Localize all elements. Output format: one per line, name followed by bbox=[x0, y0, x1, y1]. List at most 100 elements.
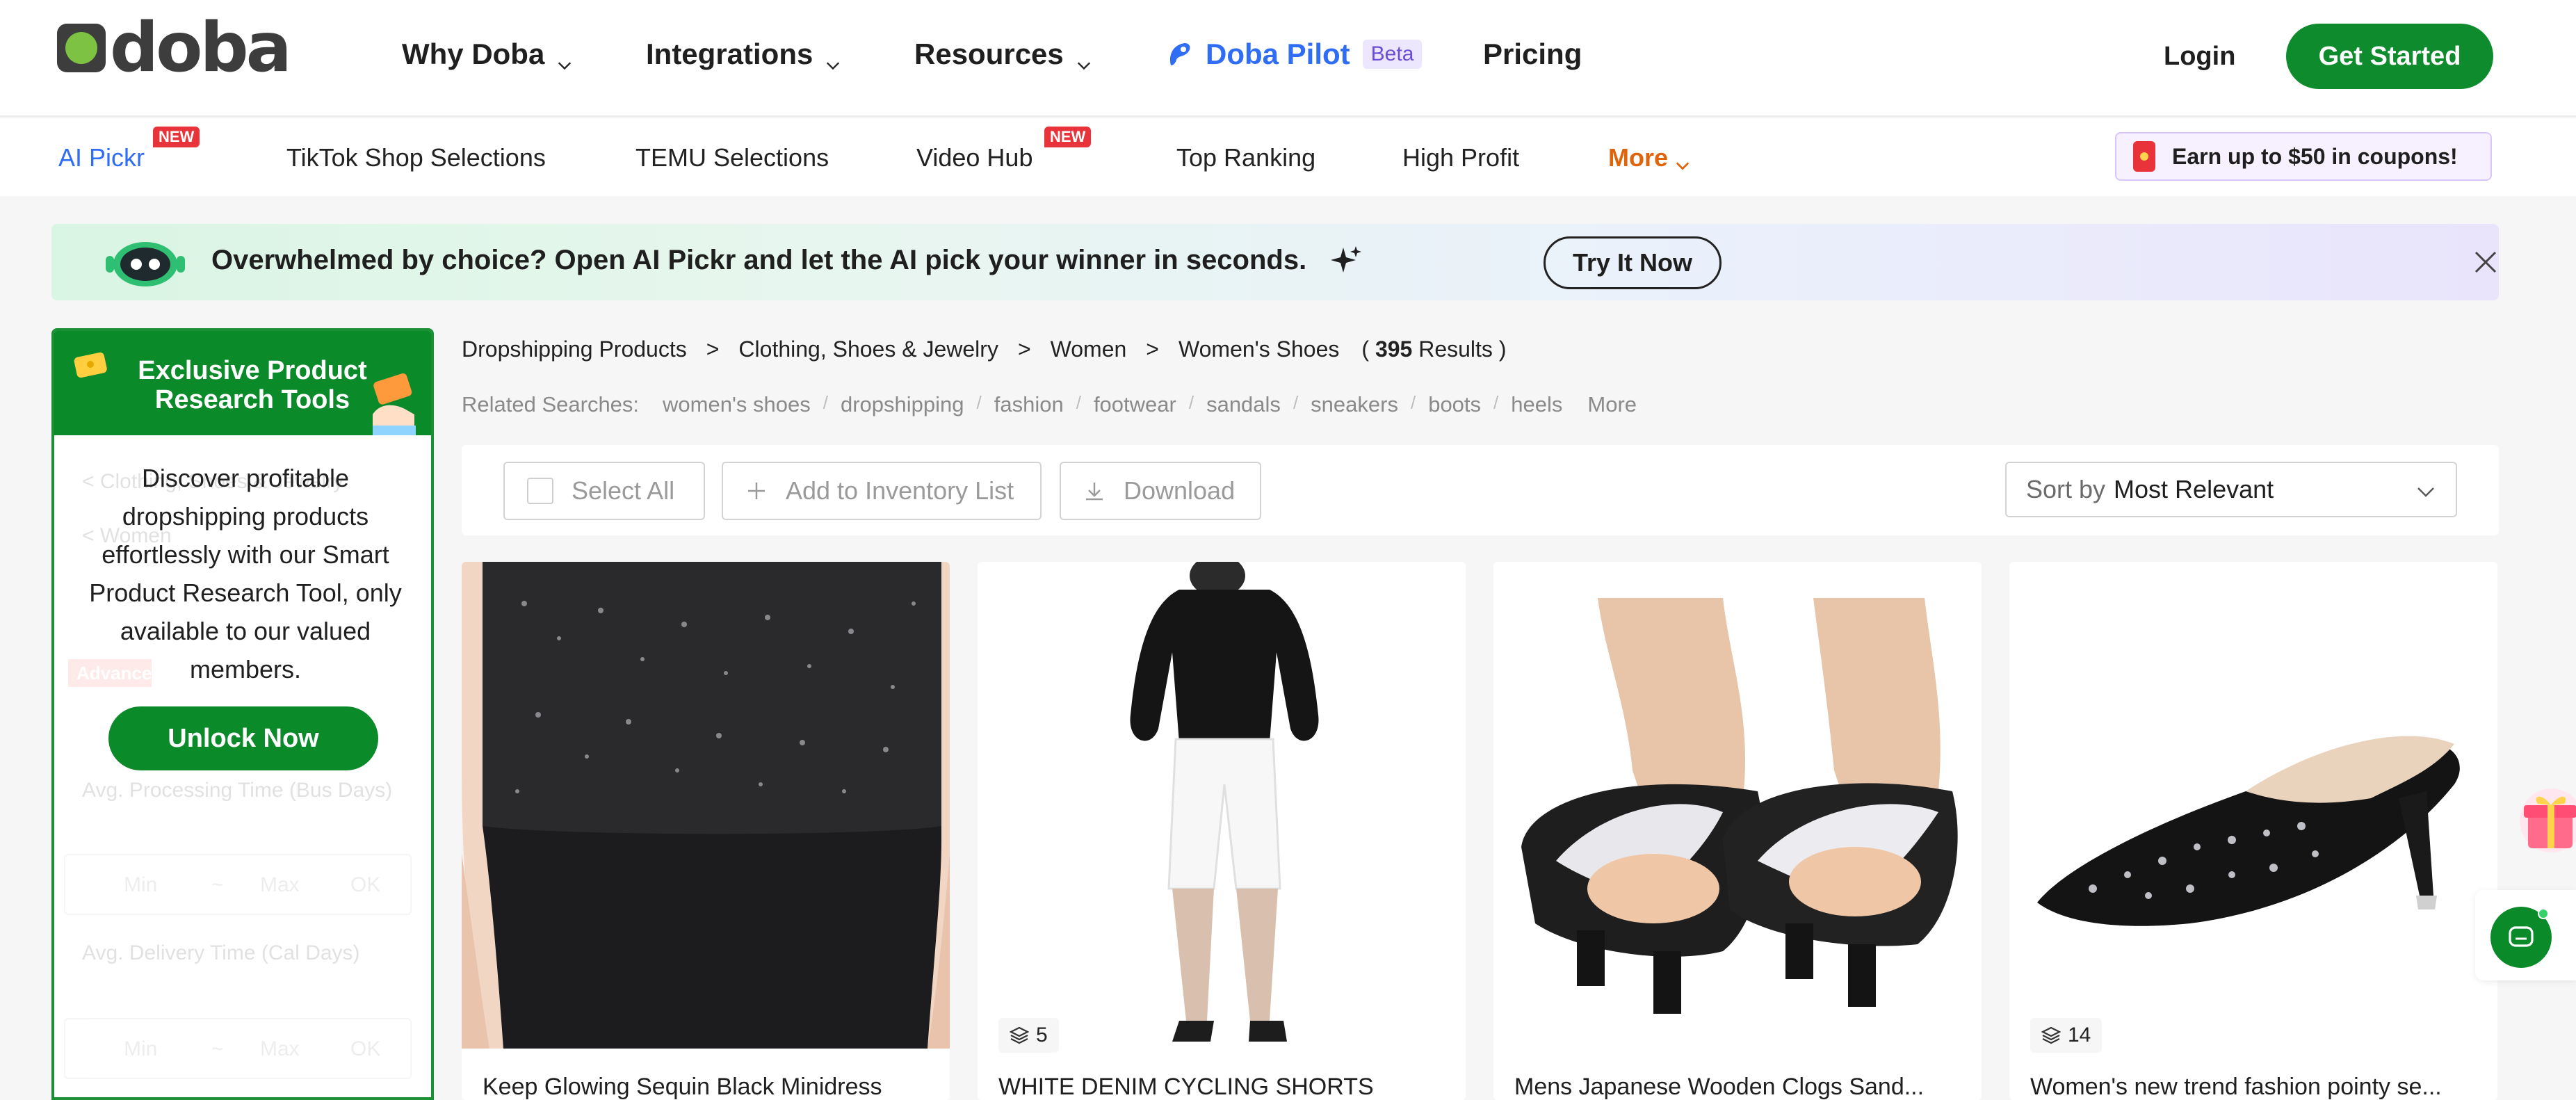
related-more-link[interactable]: More bbox=[1587, 392, 1637, 417]
login-link[interactable]: Login bbox=[2164, 42, 2235, 72]
product-toolbar: Select All Add to Inventory List Downloa… bbox=[462, 445, 2499, 535]
related-separator: / bbox=[823, 392, 828, 413]
ghost-delivery-label: Avg. Delivery Time (Cal Days) bbox=[82, 941, 360, 964]
cycling-shorts-image bbox=[978, 562, 1466, 1049]
chat-icon bbox=[2509, 926, 2534, 947]
product-image-wooden-clogs[interactable] bbox=[1493, 562, 1982, 1049]
product-image-pointy-mules[interactable] bbox=[2009, 562, 2497, 1049]
unlock-now-button[interactable]: Unlock Now bbox=[108, 706, 378, 770]
breadcrumb-womens-shoes[interactable]: Women's Shoes bbox=[1178, 337, 1339, 362]
variant-count-badge: 5 bbox=[998, 1018, 1059, 1053]
chevron-down-icon bbox=[557, 47, 572, 70]
ghost-delivery-range: Min ~ Max OK bbox=[64, 1018, 412, 1079]
related-tag[interactable]: women's shoes bbox=[663, 392, 811, 417]
related-tag[interactable]: sneakers bbox=[1311, 392, 1398, 417]
product-card[interactable]: 14 Women's new trend fashion pointy se..… bbox=[2009, 562, 2497, 1100]
variant-count: 14 bbox=[2068, 1024, 2091, 1046]
select-all-checkbox[interactable] bbox=[527, 478, 553, 504]
product-title[interactable]: Keep Glowing Sequin Black Minidress bbox=[483, 1074, 934, 1100]
related-tag[interactable]: fashion bbox=[994, 392, 1064, 417]
breadcrumb-clothing[interactable]: Clothing, Shoes & Jewelry bbox=[738, 337, 998, 362]
product-card[interactable]: 5 WHITE DENIM CYCLING SHORTS bbox=[978, 562, 1466, 1100]
related-separator: / bbox=[976, 392, 982, 413]
ghost-dash: ~ bbox=[211, 1037, 224, 1060]
results-label: Results ) bbox=[1418, 337, 1507, 362]
related-tag[interactable]: sandals bbox=[1206, 392, 1281, 417]
robot-icon bbox=[106, 242, 185, 286]
sub-navigation: AI Pickr NEW TikTok Shop Selections TEMU… bbox=[0, 118, 2576, 196]
related-separator: / bbox=[1293, 392, 1299, 413]
product-title[interactable]: WHITE DENIM CYCLING SHORTS bbox=[998, 1074, 1450, 1100]
try-it-now-button[interactable]: Try It Now bbox=[1544, 236, 1722, 289]
doba-logo[interactable]: doba bbox=[57, 8, 292, 88]
subnav-temu[interactable]: TEMU Selections bbox=[635, 143, 829, 172]
subnav-ai-pickr-label: AI Pickr bbox=[58, 143, 145, 172]
sidebar-description: Discover profitable dropshipping product… bbox=[89, 464, 402, 684]
nav-why-doba[interactable]: Why Doba bbox=[402, 38, 572, 71]
sort-select[interactable]: Sort by Most Relevant bbox=[2005, 462, 2457, 517]
nav-integrations[interactable]: Integrations bbox=[646, 38, 841, 71]
ghost-processing-label: Avg. Processing Time (Bus Days) bbox=[82, 779, 393, 802]
related-tag[interactable]: footwear bbox=[1094, 392, 1176, 417]
pointy-mules-image bbox=[2009, 562, 2497, 1049]
breadcrumb-separator: > bbox=[1017, 337, 1031, 362]
related-tag[interactable]: dropshipping bbox=[841, 392, 964, 417]
breadcrumb-dropshipping-products[interactable]: Dropshipping Products bbox=[462, 337, 687, 362]
chat-widget bbox=[2475, 890, 2576, 980]
related-tag[interactable]: boots bbox=[1428, 392, 1481, 417]
new-badge: NEW bbox=[1044, 127, 1092, 147]
online-status-dot bbox=[2538, 908, 2549, 919]
sparkle-icon bbox=[1331, 246, 1361, 273]
coupon-banner[interactable]: Earn up to $50 in coupons! bbox=[2115, 132, 2492, 181]
chevron-down-icon bbox=[825, 47, 841, 70]
related-separator: / bbox=[1410, 392, 1416, 413]
product-image-cycling-shorts[interactable] bbox=[978, 562, 1466, 1049]
coupon-text: Earn up to $50 in coupons! bbox=[2172, 143, 2458, 169]
nav-pricing-label: Pricing bbox=[1483, 38, 1582, 70]
get-started-button[interactable]: Get Started bbox=[2286, 24, 2493, 89]
select-all-label: Select All bbox=[572, 476, 675, 505]
subnav-ai-pickr[interactable]: AI Pickr NEW bbox=[58, 127, 200, 172]
breadcrumb: Dropshipping Products > Clothing, Shoes … bbox=[462, 337, 1506, 362]
nav-resources[interactable]: Resources bbox=[914, 38, 1092, 71]
logo-text: doba bbox=[110, 8, 292, 88]
new-badge: NEW bbox=[153, 127, 200, 147]
related-tag[interactable]: heels bbox=[1511, 392, 1562, 417]
sort-value: Most Relevant bbox=[2114, 475, 2274, 503]
variant-count: 5 bbox=[1036, 1024, 1048, 1046]
product-card[interactable]: Keep Glowing Sequin Black Minidress bbox=[462, 562, 950, 1100]
ghost-ok: OK bbox=[350, 873, 381, 896]
close-icon[interactable] bbox=[2474, 250, 2497, 274]
chevron-down-icon bbox=[1675, 150, 1690, 170]
download-label: Download bbox=[1124, 476, 1236, 505]
download-button[interactable]: Download bbox=[1060, 462, 1261, 520]
wooden-clogs-image bbox=[1493, 562, 1982, 1049]
plus-icon bbox=[748, 483, 765, 499]
subnav-more-label: More bbox=[1608, 143, 1669, 172]
subnav-high-profit[interactable]: High Profit bbox=[1402, 143, 1519, 172]
subnav-top-ranking[interactable]: Top Ranking bbox=[1176, 143, 1315, 172]
results-open: ( bbox=[1361, 337, 1370, 362]
sidebar-title: Exclusive Product Research Tools bbox=[138, 356, 367, 414]
research-tools-sidebar: < Clothing, Shoes & Jewelry < Women Adva… bbox=[51, 328, 434, 1100]
subnav-more[interactable]: More bbox=[1608, 143, 1690, 172]
gift-icon[interactable] bbox=[2517, 772, 2576, 862]
subnav-video-hub[interactable]: Video Hub NEW bbox=[916, 127, 1092, 172]
product-image-sequin-dress[interactable] bbox=[462, 562, 950, 1049]
variant-count-badge: 14 bbox=[2030, 1018, 2103, 1053]
related-separator: / bbox=[1188, 392, 1194, 413]
nav-doba-pilot[interactable]: Doba Pilot Beta bbox=[1164, 38, 1423, 71]
ghost-ok: OK bbox=[350, 1037, 381, 1060]
breadcrumb-separator: > bbox=[1146, 337, 1159, 362]
select-all-button[interactable]: Select All bbox=[503, 462, 705, 520]
add-to-inventory-label: Add to Inventory List bbox=[786, 476, 1014, 505]
product-card[interactable]: Mens Japanese Wooden Clogs Sand... bbox=[1493, 562, 1982, 1100]
nav-pricing[interactable]: Pricing bbox=[1483, 38, 1582, 71]
subnav-tiktok-shop[interactable]: TikTok Shop Selections bbox=[286, 143, 546, 172]
breadcrumb-women[interactable]: Women bbox=[1051, 337, 1127, 362]
ghost-processing-range: Min ~ Max OK bbox=[64, 854, 412, 915]
vip-card-icon bbox=[373, 373, 416, 435]
product-title[interactable]: Mens Japanese Wooden Clogs Sand... bbox=[1514, 1074, 1966, 1100]
add-to-inventory-button[interactable]: Add to Inventory List bbox=[722, 462, 1042, 520]
product-title[interactable]: Women's new trend fashion pointy se... bbox=[2030, 1074, 2482, 1100]
